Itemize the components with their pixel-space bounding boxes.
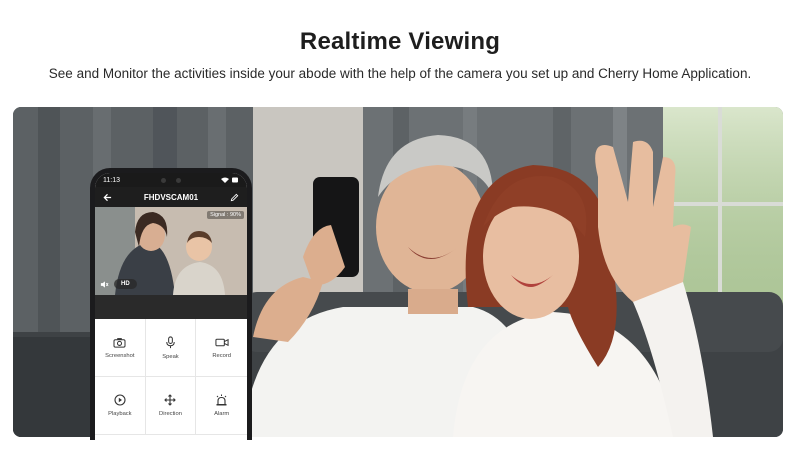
screenshot-button[interactable]: Screenshot — [95, 319, 146, 377]
speak-label: Speak — [162, 353, 179, 360]
live-camera-feed[interactable]: Signal : 90% HD — [95, 207, 247, 295]
back-arrow-icon[interactable] — [101, 191, 113, 203]
page-subtitle: See and Monitor the activities inside yo… — [48, 66, 752, 81]
wifi-icon — [221, 177, 229, 183]
front-camera-icon — [160, 177, 181, 183]
playback-icon — [114, 394, 126, 406]
video-record-icon — [215, 338, 229, 346]
alarm-siren-icon — [216, 394, 227, 406]
phone-mockup: 11:13 FHDVSCAM01 Signal: 90% HD Screens… — [90, 168, 252, 440]
playback-button[interactable]: Playback — [95, 377, 146, 435]
edit-pencil-icon[interactable] — [229, 191, 241, 203]
controls-divider — [95, 295, 247, 319]
camera-actions-grid: Screenshot Speak Record Playback Directi… — [95, 319, 247, 435]
alarm-button[interactable]: Alarm — [196, 377, 247, 435]
record-button[interactable]: Record — [196, 319, 247, 377]
microphone-icon — [166, 335, 175, 348]
phone-status-bar: 11:13 — [95, 173, 247, 187]
phone-screen: 11:13 FHDVSCAM01 Signal: 90% HD Screens… — [95, 173, 247, 440]
status-icons — [221, 177, 239, 183]
screenshot-label: Screenshot — [105, 352, 135, 359]
feed-controls: HD — [98, 278, 137, 290]
status-time: 11:13 — [103, 176, 120, 184]
app-bar: FHDVSCAM01 — [95, 187, 247, 207]
alarm-label: Alarm — [214, 411, 230, 417]
camera-name: FHDVSCAM01 — [143, 192, 199, 202]
page-title: Realtime Viewing — [299, 28, 501, 55]
playback-label: Playback — [108, 411, 132, 417]
speak-button[interactable]: Speak — [145, 319, 197, 377]
camera-icon — [113, 337, 126, 348]
record-label: Record — [212, 352, 231, 359]
signal-strength: Signal : 90% — [207, 211, 244, 219]
direction-button[interactable]: Direction — [145, 377, 197, 435]
speaker-muted-icon[interactable] — [98, 278, 110, 290]
direction-arrows-icon — [164, 394, 177, 406]
quality-toggle-button[interactable]: HD — [114, 279, 137, 289]
battery-icon — [232, 177, 238, 183]
direction-label: Direction — [159, 411, 182, 417]
